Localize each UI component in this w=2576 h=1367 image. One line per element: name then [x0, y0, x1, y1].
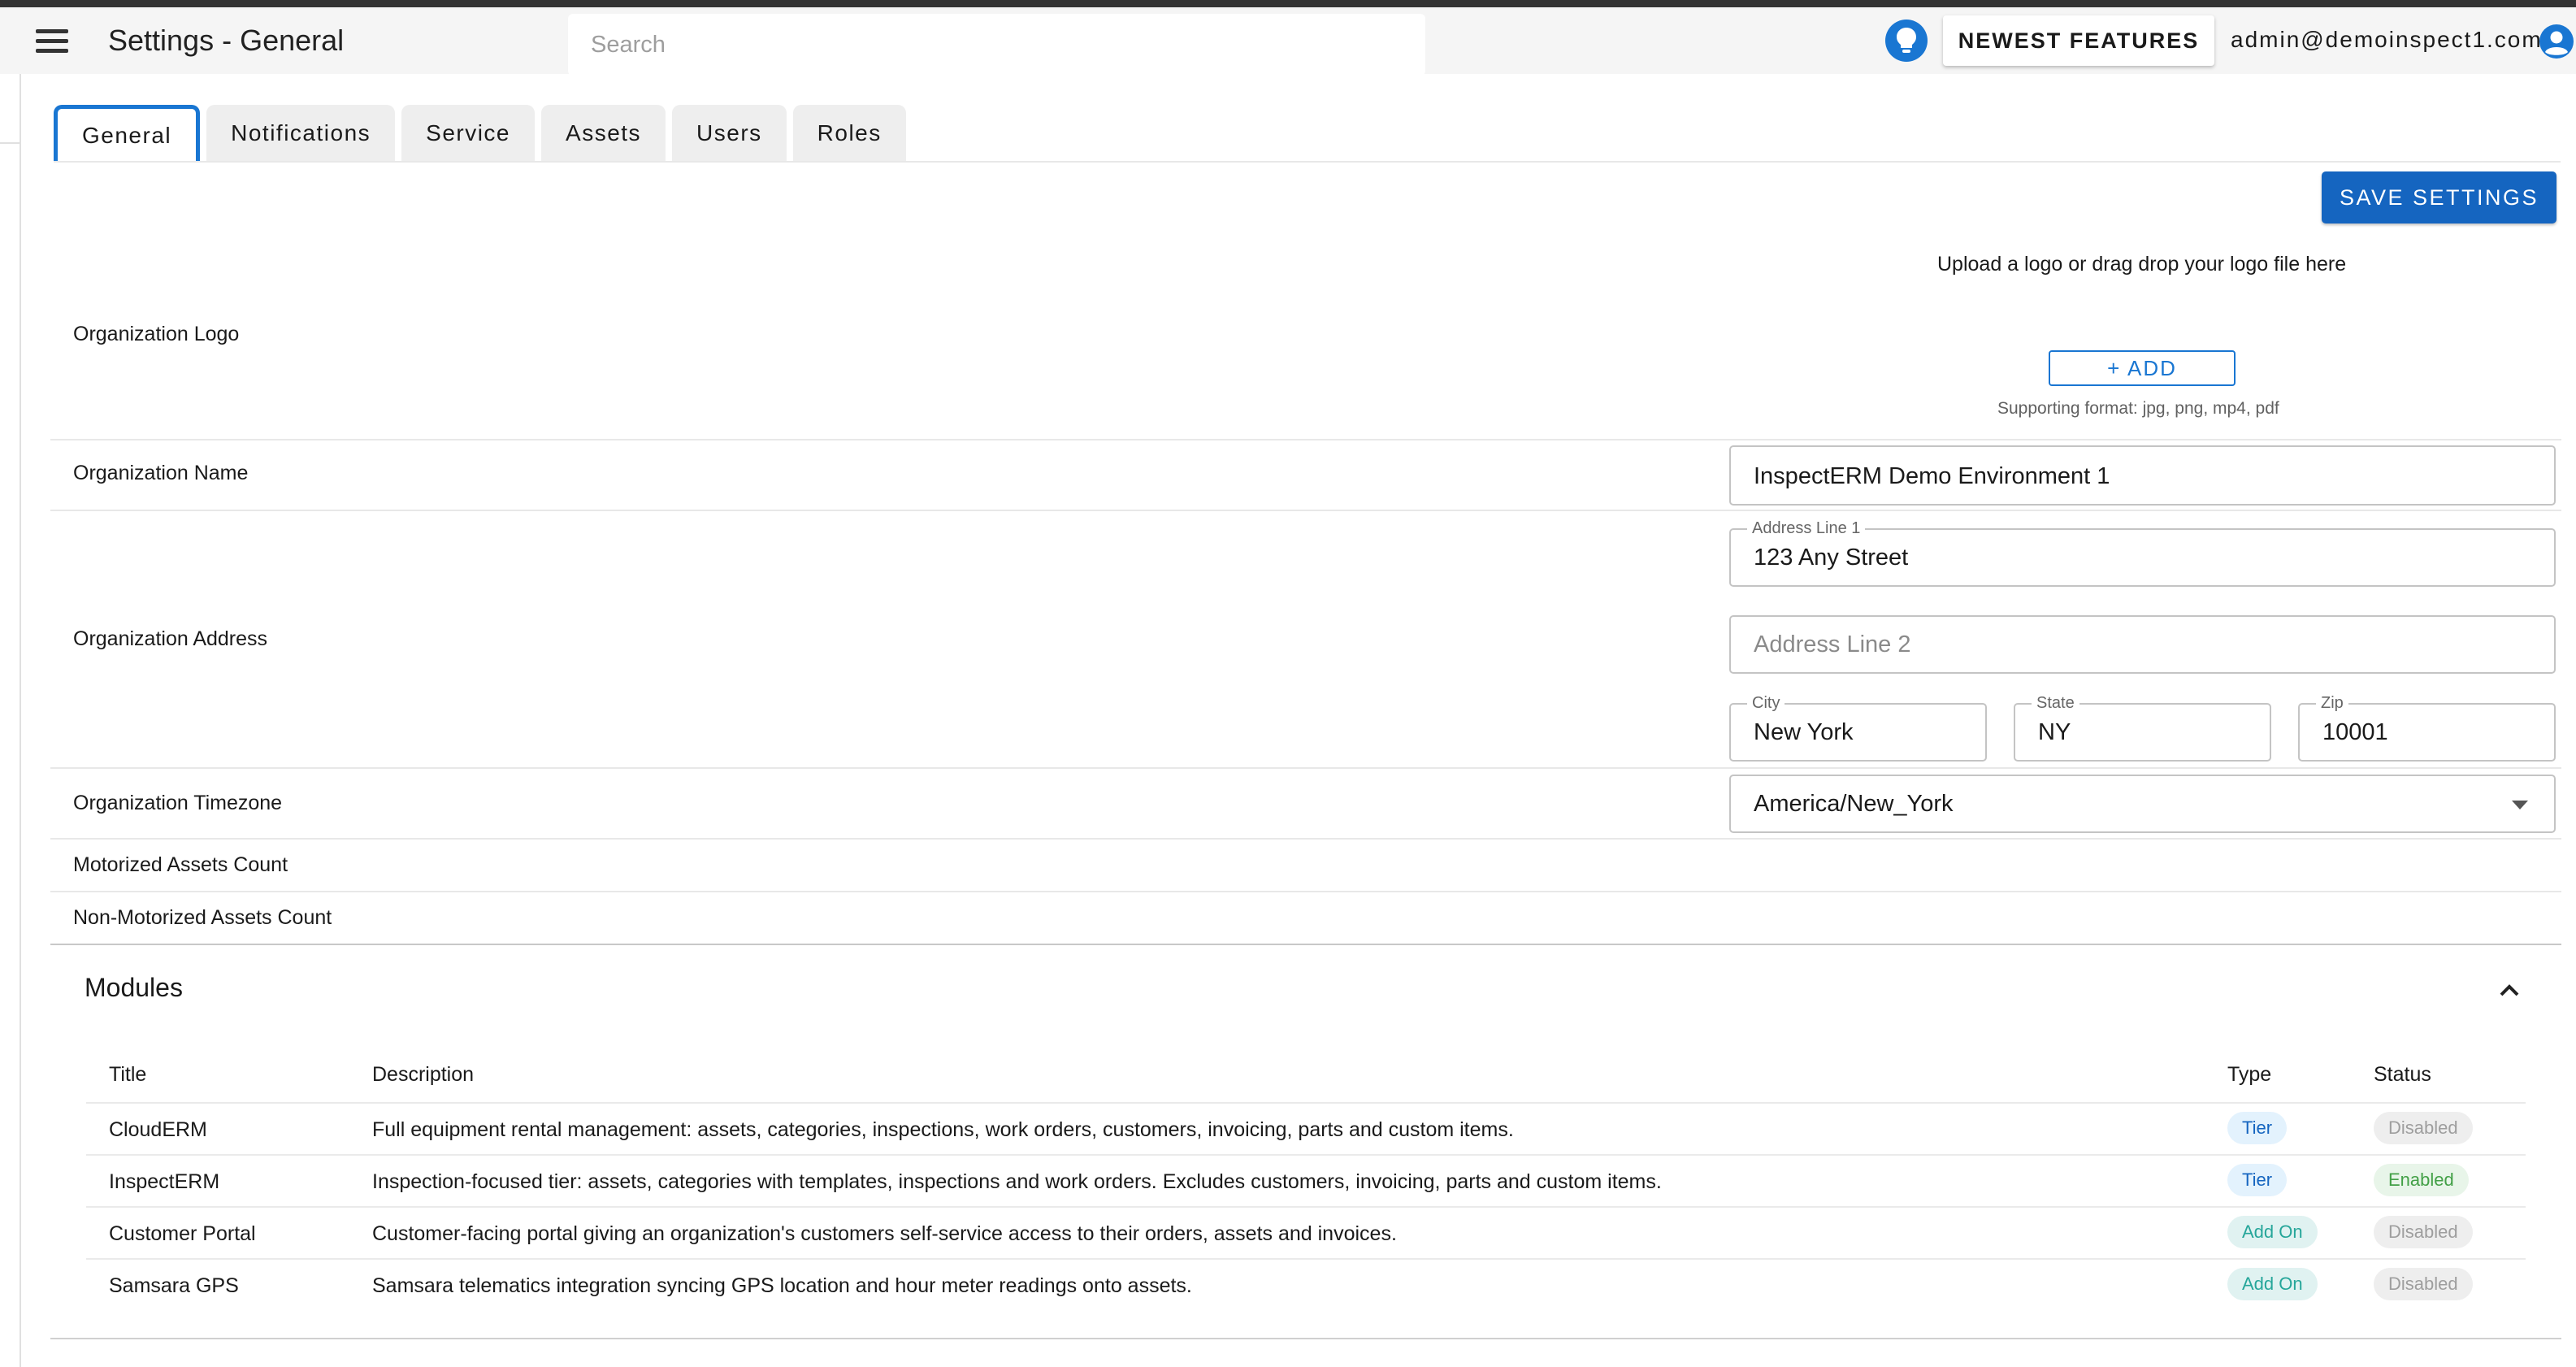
type-badge: Tier: [2227, 1112, 2288, 1144]
divider: [50, 838, 2561, 840]
org-logo-label: Organization Logo: [73, 323, 240, 345]
divider: [50, 510, 2561, 511]
state-input[interactable]: [2038, 719, 2247, 746]
add-logo-button[interactable]: + ADD: [2049, 350, 2236, 386]
modules-heading: Modules: [85, 973, 183, 1002]
org-name-field[interactable]: [1729, 445, 2556, 506]
tab-assets[interactable]: Assets: [541, 105, 666, 162]
user-email[interactable]: admin@demoinspect1.com: [2231, 27, 2543, 53]
address-line1-label: Address Line 1: [1747, 519, 1866, 538]
table-row[interactable]: Customer Portal Customer-facing portal g…: [86, 1206, 2526, 1258]
window-top-strip: [0, 0, 2576, 7]
module-description: Inspection-focused tier: assets, categor…: [372, 1170, 1662, 1193]
module-description: Samsara telematics integration syncing G…: [372, 1274, 1192, 1297]
status-badge: Disabled: [2374, 1268, 2473, 1300]
tab-notifications[interactable]: Notifications: [206, 105, 396, 162]
module-title: CloudERM: [109, 1118, 207, 1141]
caret-down-icon: [2512, 801, 2528, 809]
city-input[interactable]: [1754, 719, 1962, 746]
tab-divider: [54, 161, 2561, 163]
settings-tabs: General Notifications Service Assets Use…: [54, 105, 906, 162]
module-description: Customer-facing portal giving an organiz…: [372, 1222, 1397, 1245]
city-label: City: [1747, 694, 1785, 713]
type-badge: Tier: [2227, 1164, 2288, 1196]
status-badge: Enabled: [2374, 1164, 2469, 1196]
org-name-label: Organization Name: [73, 462, 249, 484]
lightbulb-icon[interactable]: [1885, 20, 1928, 62]
zip-field[interactable]: Zip: [2298, 694, 2556, 762]
newest-features-button[interactable]: NEWEST FEATURES: [1943, 15, 2214, 66]
divider: [50, 767, 2561, 769]
timezone-select[interactable]: America/New_York: [1729, 775, 2556, 833]
status-badge: Disabled: [2374, 1112, 2473, 1144]
app-bar: Settings - General NEWEST FEATURES admin…: [0, 7, 2576, 76]
type-badge: Add On: [2227, 1268, 2318, 1300]
supported-formats-hint: Supporting format: jpg, png, mp4, pdf: [1997, 399, 2279, 418]
divider: [50, 944, 2561, 945]
hamburger-menu-icon[interactable]: [36, 29, 68, 55]
divider: [50, 891, 2561, 892]
column-header-title: Title: [109, 1063, 147, 1086]
tab-roles[interactable]: Roles: [792, 105, 906, 162]
zip-label: Zip: [2316, 694, 2348, 713]
account-circle-icon[interactable]: [2539, 24, 2574, 59]
table-row[interactable]: InspectERM Inspection-focused tier: asse…: [86, 1154, 2526, 1206]
module-title: Customer Portal: [109, 1222, 256, 1245]
divider: [50, 1338, 2561, 1339]
chevron-up-icon[interactable]: [2493, 974, 2526, 1006]
tab-users[interactable]: Users: [672, 105, 787, 162]
column-header-type: Type: [2227, 1063, 2272, 1086]
state-field[interactable]: State: [2014, 694, 2271, 762]
side-nav-rail: [0, 74, 21, 1367]
page-title: Settings - General: [108, 24, 345, 57]
module-description: Full equipment rental management: assets…: [372, 1118, 1514, 1141]
org-address-label: Organization Address: [73, 627, 268, 650]
address-line1-field[interactable]: Address Line 1: [1729, 519, 2556, 587]
address-line2-input[interactable]: [1754, 631, 2531, 658]
zip-input[interactable]: [2322, 719, 2531, 746]
search-input[interactable]: [591, 31, 1425, 59]
table-row[interactable]: Samsara GPS Samsara telematics integrati…: [86, 1258, 2526, 1310]
tab-general[interactable]: General: [54, 105, 201, 162]
state-label: State: [2032, 694, 2079, 713]
address-line2-field[interactable]: [1729, 615, 2556, 674]
tab-service[interactable]: Service: [401, 105, 536, 162]
timezone-value: America/New_York: [1754, 791, 1954, 817]
column-header-status: Status: [2374, 1063, 2431, 1086]
address-line1-input[interactable]: [1754, 545, 2531, 571]
logo-upload-dropzone[interactable]: Upload a logo or drag drop your logo fil…: [1937, 253, 2346, 276]
save-settings-button[interactable]: SAVE SETTINGS: [2322, 171, 2556, 223]
city-field[interactable]: City: [1729, 694, 1987, 762]
status-badge: Disabled: [2374, 1216, 2473, 1248]
org-timezone-label: Organization Timezone: [73, 792, 283, 814]
table-row[interactable]: CloudERM Full equipment rental managemen…: [86, 1102, 2526, 1154]
module-title: Samsara GPS: [109, 1274, 239, 1297]
org-name-input[interactable]: [1754, 463, 2531, 490]
type-badge: Add On: [2227, 1216, 2318, 1248]
search-box[interactable]: [568, 14, 1425, 76]
divider: [50, 439, 2561, 440]
non-motorized-assets-count-label: Non-Motorized Assets Count: [73, 906, 332, 929]
column-header-description: Description: [372, 1063, 475, 1086]
motorized-assets-count-label: Motorized Assets Count: [73, 853, 288, 876]
module-title: InspectERM: [109, 1170, 220, 1193]
